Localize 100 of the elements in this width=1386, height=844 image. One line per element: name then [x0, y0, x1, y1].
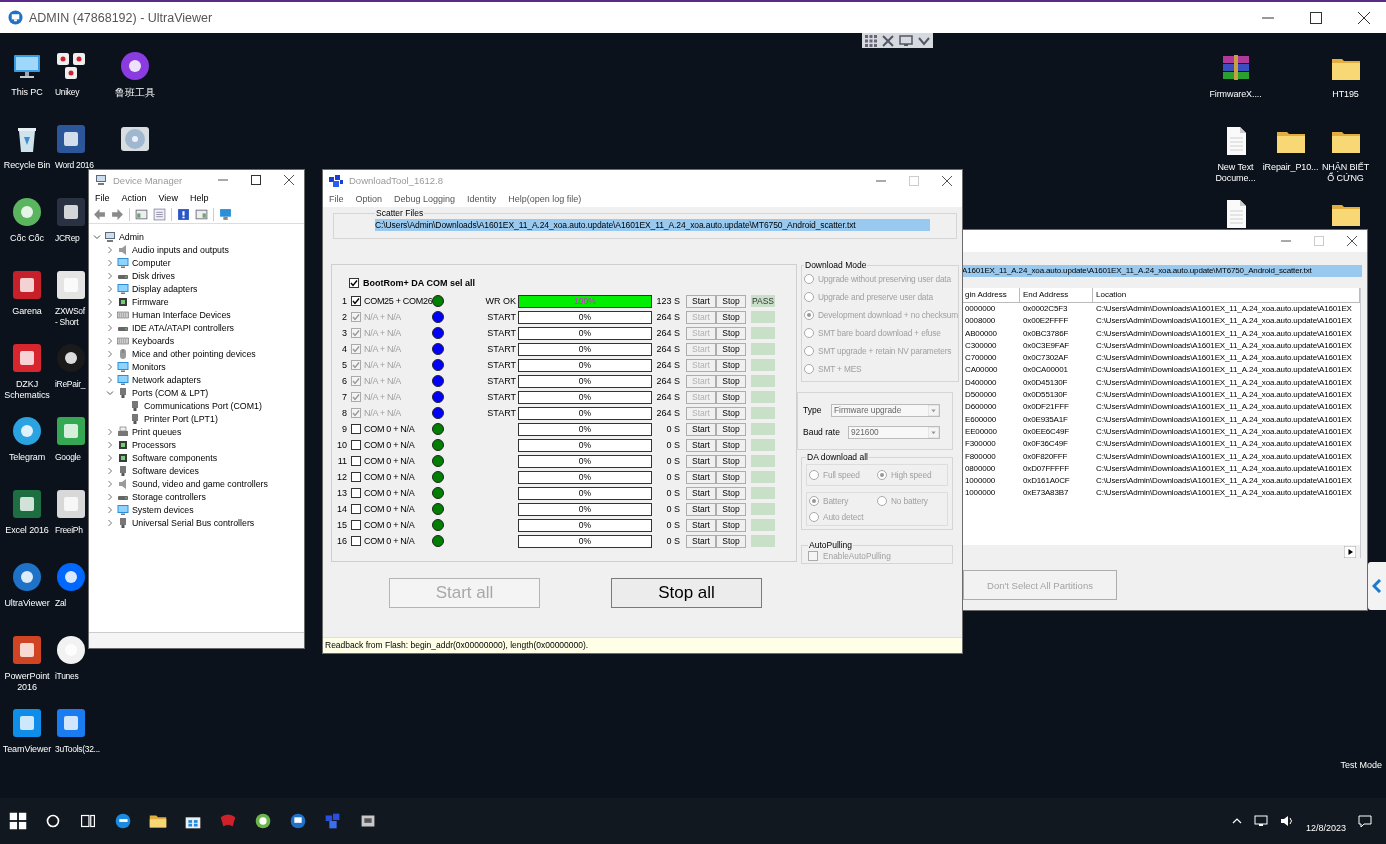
close-icon[interactable]	[1358, 11, 1370, 24]
tree-item[interactable]: Software components	[132, 452, 218, 463]
message-icon[interactable]	[1358, 814, 1372, 828]
menu-item[interactable]: File	[329, 194, 344, 204]
menu-item[interactable]: Help	[189, 193, 209, 203]
tree-item[interactable]: Audio inputs and outputs	[132, 244, 229, 255]
tree-item[interactable]: Keyboards	[132, 335, 175, 346]
app-icon[interactable]	[55, 123, 87, 155]
start-button[interactable]: Start	[686, 534, 716, 548]
close-icon[interactable]	[284, 175, 294, 185]
app-icon[interactable]	[11, 269, 43, 301]
forward-arrow-icon[interactable]	[111, 208, 124, 221]
grid-icon[interactable]	[865, 34, 877, 47]
tree-item[interactable]: Firmware	[132, 296, 169, 307]
menu-item[interactable]: Debug Logging	[394, 194, 456, 204]
checkbox[interactable]	[351, 424, 361, 434]
app-icon[interactable]	[55, 415, 87, 447]
monitor-icon[interactable]	[1253, 815, 1268, 827]
maximize-icon[interactable]	[1310, 11, 1322, 24]
menu-item[interactable]: Help(open log file)	[508, 194, 582, 204]
help-icon[interactable]	[177, 208, 190, 221]
tree-item[interactable]: Printer Port (LPT1)	[144, 413, 218, 424]
checkbox[interactable]	[351, 472, 361, 482]
app-icon[interactable]	[11, 561, 43, 593]
checkbox[interactable]	[351, 456, 361, 466]
app-icon[interactable]	[11, 415, 43, 447]
stop-button[interactable]: Stop	[716, 454, 746, 468]
menu-item[interactable]: File	[95, 193, 110, 203]
tree-item[interactable]: Admin	[119, 231, 144, 242]
start-button[interactable]: Start	[686, 454, 716, 468]
tree-item[interactable]: Software devices	[132, 465, 199, 476]
menu-item[interactable]: Identity	[467, 194, 497, 204]
tree-item[interactable]: Display adapters	[132, 283, 198, 294]
speaker-icon[interactable]	[1279, 815, 1294, 827]
app-icon[interactable]	[55, 707, 87, 739]
tree-item[interactable]: Human Interface Devices	[132, 309, 231, 320]
app-icon[interactable]	[55, 561, 87, 593]
app-icon[interactable]	[11, 488, 43, 520]
app-icon[interactable]	[11, 196, 43, 228]
chevron-left-icon[interactable]	[1372, 579, 1382, 593]
stop-button[interactable]: Stop	[716, 518, 746, 532]
column-header[interactable]: Location	[1093, 288, 1360, 302]
start-button[interactable]: Start	[686, 502, 716, 516]
tree-item[interactable]: Storage controllers	[132, 491, 206, 502]
column-header[interactable]: End Address	[1020, 288, 1093, 302]
tree-item[interactable]: Monitors	[132, 361, 166, 372]
menu-item[interactable]: Action	[121, 193, 147, 203]
stop-button[interactable]: Stop	[716, 534, 746, 548]
start-button[interactable]: Start	[686, 518, 716, 532]
checkbox[interactable]	[351, 536, 361, 546]
start-button[interactable]: Start	[686, 294, 716, 308]
right-arrow-icon[interactable]	[1344, 545, 1356, 558]
app-icon[interactable]	[55, 342, 87, 374]
menu-item[interactable]: View	[158, 193, 178, 203]
keycaps-icon[interactable]	[55, 50, 87, 82]
stop-button[interactable]: Stop	[716, 486, 746, 500]
properties-icon[interactable]	[153, 208, 166, 221]
app-icon[interactable]	[55, 634, 87, 666]
stop-button[interactable]: Stop	[716, 470, 746, 484]
stop-button[interactable]: Stop	[716, 438, 746, 452]
stop-button[interactable]: Stop	[716, 294, 746, 308]
menu-item[interactable]: Option	[355, 194, 383, 204]
checkbox[interactable]	[351, 296, 361, 306]
tree-item[interactable]: System devices	[132, 504, 194, 515]
tree-item[interactable]: Print queues	[132, 426, 182, 437]
chevron-up-icon[interactable]	[1231, 816, 1242, 826]
tree-item[interactable]: Mice and other pointing devices	[132, 348, 256, 359]
tree-item[interactable]: IDE ATA/ATAPI controllers	[132, 322, 234, 333]
stop-button[interactable]: Stop	[716, 502, 746, 516]
app-icon[interactable]	[11, 707, 43, 739]
app-icon[interactable]	[11, 634, 43, 666]
tree-item[interactable]: Disk drives	[132, 270, 175, 281]
panel-icon[interactable]	[195, 208, 208, 221]
close-icon[interactable]	[1347, 236, 1357, 246]
start-button[interactable]: Start	[686, 422, 716, 436]
panel-icon[interactable]	[135, 208, 148, 221]
checkbox[interactable]	[351, 440, 361, 450]
maximize-icon[interactable]	[251, 175, 261, 185]
tree-item[interactable]: Processors	[132, 439, 176, 450]
horizontal-scrollbar[interactable]	[962, 545, 1360, 558]
close-icon[interactable]	[942, 175, 952, 186]
app-icon[interactable]	[55, 488, 87, 520]
tree-item[interactable]: Network adapters	[132, 374, 201, 385]
side-panel-tab[interactable]	[1368, 562, 1386, 610]
start-button[interactable]: Start	[686, 486, 716, 500]
tree-item[interactable]: Sound, video and game controllers	[132, 478, 268, 489]
app-icon[interactable]	[55, 196, 87, 228]
tree-item[interactable]: Ports (COM & LPT)	[132, 387, 209, 398]
path-field[interactable]: A1601EX_11_A.24_xoa.auto.update\A1601EX_11_A.24_xoa.auto.update\MT6750_Android_scatter.txt	[962, 265, 1362, 277]
path-field[interactable]: C:\Users\Admin\Downloads\A1601EX_11_A.24_xoa.auto.update\A1601EX_11_A.24_xoa.auto.update\MT6750_Android_scatter.txt	[375, 219, 930, 231]
tree-item[interactable]: Computer	[132, 257, 171, 268]
start-button[interactable]: Start	[686, 470, 716, 484]
tree-item[interactable]: Communications Port (COM1)	[144, 400, 262, 411]
checkbox[interactable]	[351, 488, 361, 498]
stop-button[interactable]: Stop	[716, 422, 746, 436]
app-icon[interactable]	[11, 342, 43, 374]
app-icon[interactable]	[55, 269, 87, 301]
start-button[interactable]: Start	[686, 438, 716, 452]
checkbox[interactable]	[351, 504, 361, 514]
stop-all-button[interactable]: Stop all	[611, 578, 762, 608]
